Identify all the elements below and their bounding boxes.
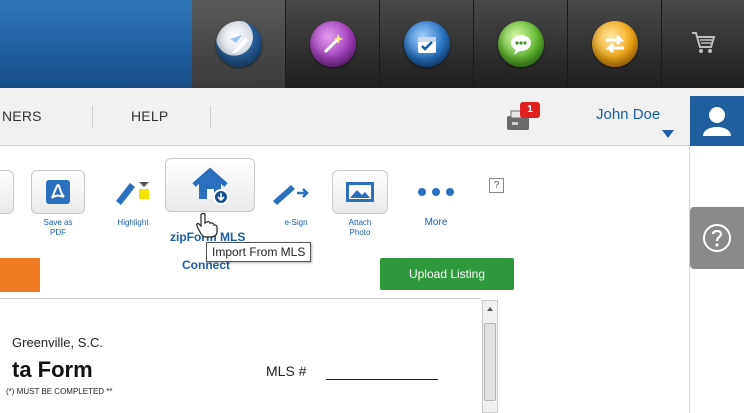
orange-action-button[interactable] [0, 258, 40, 292]
document-preview: Greenville, S.C. ta Form (*) MUST BE COM… [0, 298, 480, 413]
transfer-arrows-icon [591, 21, 638, 67]
app-cart-button[interactable] [662, 0, 744, 88]
hand-cursor-icon [196, 212, 218, 238]
user-avatar-icon [703, 107, 731, 136]
doc-mls-label: MLS # [266, 363, 307, 379]
pdf-icon [31, 170, 85, 214]
nav-divider [210, 106, 211, 128]
doc-city: Greenville, S.C. [12, 335, 104, 350]
help-circle-icon [703, 224, 731, 252]
user-name-link[interactable]: John Doe [596, 106, 660, 123]
more-dots-icon [409, 170, 463, 214]
more-button[interactable]: More [406, 170, 466, 228]
scroll-thumb[interactable] [484, 323, 496, 401]
cart-icon [689, 28, 717, 61]
photo-icon [332, 170, 388, 214]
house-import-icon [165, 158, 255, 212]
esign-label: e-Sign [284, 218, 308, 227]
calendar-check-icon [403, 21, 450, 67]
app-wand-button[interactable] [286, 0, 380, 88]
doc-required-note: (*) MUST BE COMPLETED ** [6, 387, 113, 396]
app-transfer-button[interactable] [568, 0, 662, 88]
help-side-tab[interactable] [690, 207, 744, 269]
pen-sign-icon [263, 170, 317, 214]
highlighter-icon [106, 170, 160, 214]
nav-divider [92, 106, 93, 128]
attach-photo-label: Attach Photo [348, 218, 372, 237]
magic-wand-icon [309, 21, 356, 67]
save-pdf-label: Save as PDF [43, 218, 73, 237]
esign-button[interactable]: e-Sign [258, 170, 322, 228]
chevron-down-icon[interactable] [662, 130, 674, 138]
highlight-button[interactable]: Highlight [103, 170, 163, 228]
chat-bubble-icon [497, 21, 544, 67]
app-zipform-button[interactable] [192, 0, 286, 88]
user-avatar-button[interactable] [690, 96, 744, 146]
doc-title: ta Form [12, 357, 93, 382]
save-pdf-button[interactable]: Save as PDF [28, 170, 88, 238]
scroll-up-icon[interactable] [483, 304, 497, 314]
upload-listing-button[interactable]: Upload Listing [380, 258, 514, 290]
import-mls-button[interactable] [164, 158, 256, 212]
zipform-logo-icon [215, 21, 262, 67]
app-chat-button[interactable] [474, 0, 568, 88]
nav-help-link[interactable]: HELP [131, 108, 168, 124]
app-calendar-button[interactable] [380, 0, 474, 88]
doc-mls-field-line[interactable] [326, 379, 438, 380]
highlight-label: Highlight [117, 218, 149, 227]
app-switcher [192, 0, 744, 88]
more-label: More [424, 217, 448, 228]
import-mls-tooltip: Import From MLS [206, 242, 312, 262]
partial-tool-button[interactable] [0, 170, 14, 214]
main-nav-bar: NERS HELP 1 John Doe [0, 88, 744, 146]
nav-partners-link[interactable]: NERS [2, 108, 42, 124]
document-scrollbar[interactable] [482, 300, 498, 413]
notifications-button[interactable]: 1 [504, 102, 540, 132]
toolbar-help-button[interactable]: ? [489, 178, 504, 193]
notification-badge: 1 [520, 102, 540, 118]
attach-photo-button[interactable]: Attach Photo [330, 170, 390, 238]
